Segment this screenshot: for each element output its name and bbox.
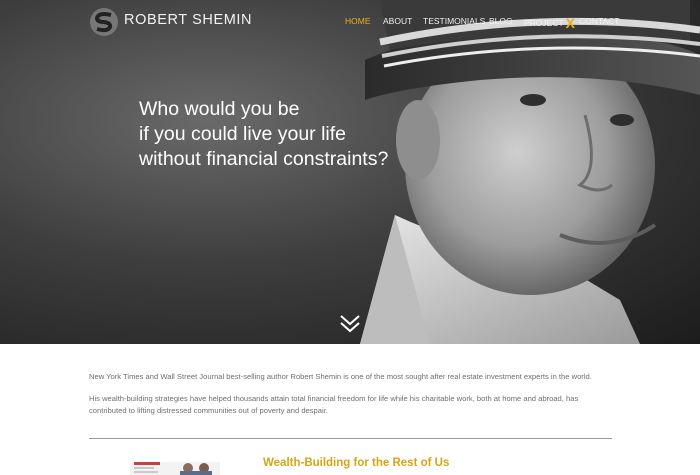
section-title: Wealth-Building for the Rest of Us: [263, 457, 450, 469]
nav-project-label: PROJECT: [524, 18, 564, 28]
hero-portrait-image: [360, 0, 700, 344]
nav-project-x-mark: X: [565, 15, 576, 31]
hero-headline: Who would you be if you could live your …: [139, 97, 388, 172]
main-navigation: HOME ABOUT TESTIMONIALS BLOG PROJECT X CO…: [0, 13, 700, 31]
headline-line-2: if you could live your life: [139, 123, 347, 145]
intro-text: New York Times and Wall Street Journal b…: [89, 371, 614, 427]
nav-contact[interactable]: CONTACT: [579, 16, 619, 26]
nav-home[interactable]: HOME: [345, 16, 371, 26]
nav-testimonials[interactable]: TESTIMONIALS: [423, 16, 485, 26]
intro-paragraph-1: New York Times and Wall Street Journal b…: [89, 372, 592, 381]
headline-line-3: without financial constraints?: [139, 148, 389, 170]
book-cover-image[interactable]: [130, 456, 220, 475]
section-divider: [89, 438, 612, 439]
hero-banner: ROBERT SHEMIN HOME ABOUT TESTIMONIALS BL…: [0, 0, 700, 344]
nav-about[interactable]: ABOUT: [383, 16, 412, 26]
nav-blog[interactable]: BLOG: [489, 16, 513, 26]
headline-line-1: Who would you be: [139, 98, 300, 120]
nav-project-x[interactable]: PROJECT X: [524, 13, 576, 31]
double-chevron-down-icon[interactable]: [339, 314, 361, 334]
intro-paragraph-2: His wealth-building strategies have help…: [89, 394, 579, 415]
